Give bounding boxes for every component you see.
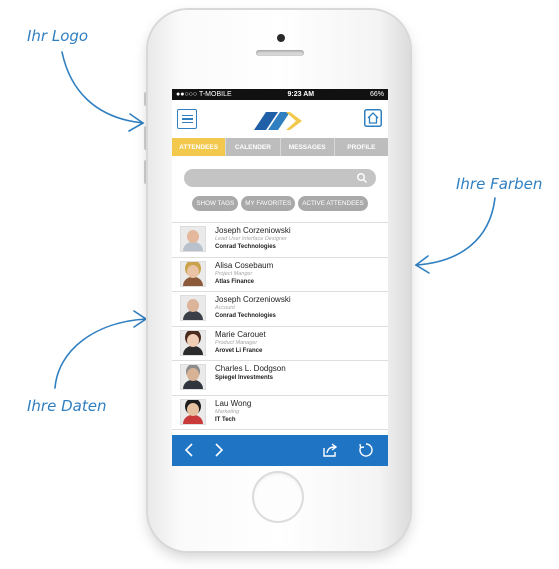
list-item[interactable]: Joseph Corzeniowski Lead User Interface … (172, 223, 388, 258)
attendee-company: IT Tech (215, 416, 236, 423)
active-attendees-button[interactable]: ACTIVE ATTENDEES (298, 196, 368, 211)
home-icon[interactable] (364, 109, 382, 127)
tab-messages[interactable]: MESSAGES (281, 138, 335, 156)
list-item[interactable]: Marie Carouet Product Manager Arovet Li … (172, 326, 388, 361)
hamburger-menu-icon[interactable] (177, 109, 197, 129)
attendee-name: Joseph Corzeniowski (215, 226, 291, 235)
avatar (180, 398, 206, 425)
attendee-role: Project Manger (215, 270, 253, 277)
list-item[interactable]: Joseph Corzeniowski Account Conrad Techn… (172, 292, 388, 327)
attendee-company: Atlas Finance (215, 278, 255, 285)
avatar (180, 260, 206, 287)
share-icon[interactable] (322, 442, 338, 458)
bottom-toolbar (172, 435, 388, 466)
list-item[interactable]: Alisa Cosebaum Project Manger Atlas Fina… (172, 257, 388, 292)
avatar (180, 364, 206, 390)
attendee-role: Marketing (215, 408, 240, 415)
my-favorites-button[interactable]: MY FAVORITES (241, 196, 296, 211)
avatar (180, 226, 206, 252)
avatar (180, 329, 206, 356)
list-item[interactable]: Charles L. Dodgson Spiegel Investments (172, 361, 388, 396)
battery-label: 66% (369, 91, 384, 98)
attendee-name: Marie Carouet (215, 329, 266, 339)
attendee-list: Joseph Corzeniowski Lead User Interface … (172, 222, 388, 430)
earpiece-speaker (256, 50, 304, 56)
attendee-role: Lead User Interface Designer (215, 236, 287, 242)
avatar (180, 295, 206, 321)
app-header (172, 100, 388, 138)
attendee-name: Lau Wong (215, 398, 252, 408)
refresh-icon[interactable] (358, 442, 374, 458)
filter-buttons: SHOW TAGS MY FAVORITES ACTIVE ATTENDEES (172, 196, 388, 211)
carrier-label: ●●○○○ T-MOBILE (176, 91, 232, 98)
front-camera (277, 34, 285, 42)
forward-arrow-icon[interactable] (210, 442, 226, 458)
list-item[interactable]: Lau Wong Marketing IT Tech (172, 395, 388, 430)
search-input[interactable] (184, 170, 354, 189)
tab-bar: ATTENDEES CALENDER MESSAGES PROFILE (172, 138, 388, 156)
show-tags-button[interactable]: SHOW TAGS (192, 196, 239, 211)
back-arrow-icon[interactable] (182, 442, 198, 458)
tab-attendees[interactable]: ATTENDEES (172, 138, 227, 156)
attendee-name: Joseph Corzeniowski (215, 295, 291, 304)
attendee-company: Spiegel Investments (215, 375, 274, 381)
tab-profile[interactable]: PROFILE (335, 138, 388, 156)
tab-calender[interactable]: CALENDER (226, 138, 281, 156)
attendee-company: Conrad Technologies (215, 244, 276, 250)
search-icon[interactable] (356, 172, 368, 184)
attendee-name: Charles L. Dodgson (215, 364, 286, 373)
home-button[interactable] (252, 471, 304, 523)
search-bar (184, 169, 376, 189)
attendee-company: Conrad Technologies (215, 313, 276, 319)
status-bar: ●●○○○ T-MOBILE 9:23 AM 66% (172, 89, 388, 100)
status-time: 9:23 AM (287, 91, 315, 98)
attendee-name: Alisa Cosebaum (215, 260, 274, 270)
brand-logo (254, 112, 302, 130)
attendee-role: Product Manager (215, 339, 258, 346)
attendee-company: Arovet Li France (215, 347, 263, 354)
app-screen: ●●○○○ T-MOBILE 9:23 AM 66% ATTENDEES CAL… (172, 89, 388, 466)
attendee-role: Account (215, 305, 235, 311)
